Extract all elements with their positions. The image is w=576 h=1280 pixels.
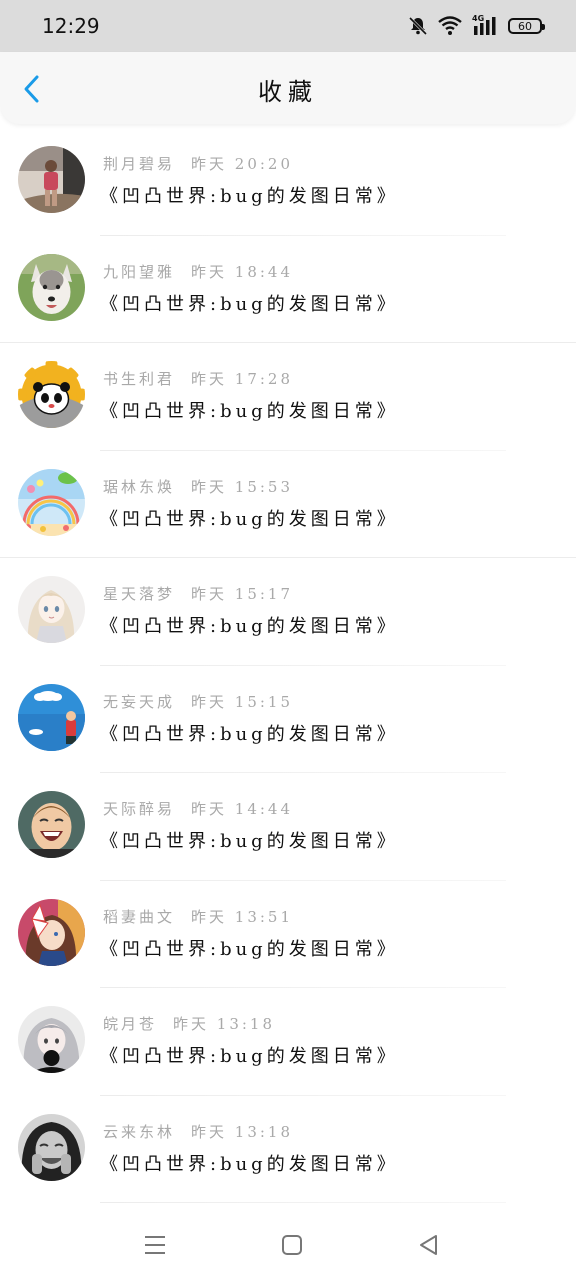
item-meta: 书生利君 昨天 17:28 bbox=[103, 368, 293, 389]
list-item[interactable]: 星天落梦 昨天 15:17 《凹凸世界:bug的发图日常》 bbox=[0, 558, 576, 666]
favorites-list: 荆月碧易 昨天 20:20 《凹凸世界:bug的发图日常》 九阳望雅 昨天 18:4… bbox=[0, 128, 576, 1203]
home-square-icon[interactable] bbox=[279, 1232, 305, 1258]
author-name: 九阳望雅 bbox=[103, 262, 176, 281]
item-meta: 皖月苍 昨天 13:18 bbox=[103, 1013, 275, 1034]
signal-icon: 4G bbox=[472, 14, 498, 36]
author-name: 无妄天成 bbox=[103, 692, 176, 711]
author-name: 天际醉易 bbox=[103, 800, 176, 818]
timestamp: 昨天 13:51 bbox=[191, 907, 294, 926]
timestamp: 昨天 18:44 bbox=[191, 262, 294, 281]
item-title[interactable]: 《凹凸世界:bug的发图日常》 bbox=[100, 720, 399, 746]
author-name: 星天落梦 bbox=[103, 585, 176, 603]
battery-icon: 60 bbox=[508, 18, 545, 34]
wifi-icon bbox=[438, 16, 462, 35]
timestamp: 昨天 17:28 bbox=[191, 370, 294, 388]
list-item[interactable]: 荆月碧易 昨天 20:20 《凹凸世界:bug的发图日常》 bbox=[0, 128, 576, 236]
timestamp: 昨天 15:53 bbox=[191, 477, 294, 496]
timestamp: 昨天 13:18 bbox=[191, 1122, 294, 1141]
back-triangle-icon[interactable] bbox=[416, 1232, 442, 1258]
timestamp: 昨天 15:15 bbox=[191, 692, 294, 711]
author-name: 云来东林 bbox=[103, 1122, 176, 1141]
author-name: 稻妻曲文 bbox=[103, 907, 176, 926]
item-title[interactable]: 《凹凸世界:bug的发图日常》 bbox=[100, 182, 399, 208]
divider bbox=[100, 1202, 506, 1203]
avatar bbox=[18, 683, 85, 751]
status-icons: 4G 60 bbox=[408, 14, 545, 36]
avatar bbox=[18, 361, 85, 428]
list-item[interactable]: 稻妻曲文 昨天 13:51 《凹凸世界:bug的发图日常》 bbox=[0, 881, 576, 988]
page-title: 收藏 bbox=[258, 78, 318, 106]
item-meta: 琚林东焕 昨天 15:53 bbox=[103, 476, 293, 497]
avatar bbox=[18, 898, 85, 966]
avatar bbox=[18, 791, 85, 858]
list-item[interactable]: 云来东林 昨天 13:18 《凹凸世界:bug的发图日常》 bbox=[0, 1096, 576, 1203]
avatar bbox=[18, 146, 85, 213]
avatar bbox=[18, 576, 85, 643]
list-item[interactable]: 天际醉易 昨天 14:44 《凹凸世界:bug的发图日常》 bbox=[0, 773, 576, 881]
item-meta: 星天落梦 昨天 15:17 bbox=[103, 583, 293, 604]
author-name: 书生利君 bbox=[103, 370, 176, 388]
author-name: 荆月碧易 bbox=[103, 155, 176, 173]
status-bar: 12:29 4G 60 bbox=[0, 0, 576, 52]
item-meta: 九阳望雅 昨天 18:44 bbox=[103, 261, 293, 282]
item-title[interactable]: 《凹凸世界:bug的发图日常》 bbox=[100, 505, 399, 531]
item-title[interactable]: 《凹凸世界:bug的发图日常》 bbox=[100, 397, 399, 423]
item-title[interactable]: 《凹凸世界:bug的发图日常》 bbox=[100, 1150, 399, 1176]
avatar bbox=[18, 1006, 85, 1073]
timestamp: 昨天 13:18 bbox=[173, 1015, 276, 1033]
item-title[interactable]: 《凹凸世界:bug的发图日常》 bbox=[100, 935, 399, 961]
list-item[interactable]: 书生利君 昨天 17:28 《凹凸世界:bug的发图日常》 bbox=[0, 343, 576, 451]
timestamp: 昨天 15:17 bbox=[191, 585, 294, 603]
item-meta: 天际醉易 昨天 14:44 bbox=[103, 798, 293, 819]
status-time: 12:29 bbox=[42, 14, 100, 38]
list-item[interactable]: 无妄天成 昨天 15:15 《凹凸世界:bug的发图日常》 bbox=[0, 666, 576, 773]
avatar bbox=[18, 1113, 85, 1181]
author-name: 琚林东焕 bbox=[103, 477, 176, 496]
avatar bbox=[18, 468, 85, 536]
menu-icon[interactable] bbox=[142, 1232, 168, 1258]
timestamp: 昨天 20:20 bbox=[191, 155, 294, 173]
list-item[interactable]: 皖月苍 昨天 13:18 《凹凸世界:bug的发图日常》 bbox=[0, 988, 576, 1096]
header-bar: 收藏 bbox=[0, 52, 576, 124]
item-meta: 云来东林 昨天 13:18 bbox=[103, 1121, 293, 1142]
item-title[interactable]: 《凹凸世界:bug的发图日常》 bbox=[100, 827, 399, 853]
bell-muted-icon bbox=[408, 16, 428, 36]
list-item[interactable]: 琚林东焕 昨天 15:53 《凹凸世界:bug的发图日常》 bbox=[0, 451, 576, 558]
timestamp: 昨天 14:44 bbox=[191, 800, 294, 818]
avatar bbox=[18, 253, 85, 321]
item-title[interactable]: 《凹凸世界:bug的发图日常》 bbox=[100, 1042, 399, 1068]
item-meta: 荆月碧易 昨天 20:20 bbox=[103, 153, 293, 174]
item-title[interactable]: 《凹凸世界:bug的发图日常》 bbox=[100, 612, 399, 638]
system-nav-bar bbox=[0, 1204, 576, 1280]
battery-level: 60 bbox=[518, 19, 532, 33]
author-name: 皖月苍 bbox=[103, 1015, 158, 1033]
item-meta: 无妄天成 昨天 15:15 bbox=[103, 691, 293, 712]
item-meta: 稻妻曲文 昨天 13:51 bbox=[103, 906, 293, 927]
list-item[interactable]: 九阳望雅 昨天 18:44 《凹凸世界:bug的发图日常》 bbox=[0, 236, 576, 343]
item-title[interactable]: 《凹凸世界:bug的发图日常》 bbox=[100, 290, 399, 316]
